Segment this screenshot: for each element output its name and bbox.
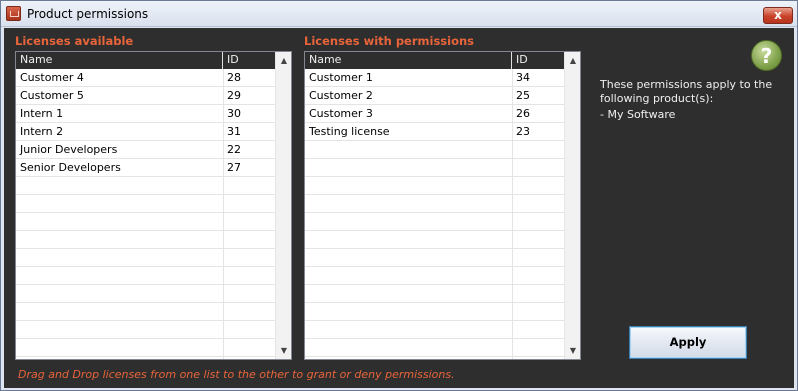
license-id-cell: 22 [227,143,241,156]
empty-row [16,339,275,357]
drag-drop-hint: Drag and Drop licenses from one list to … [18,368,455,381]
product-permissions-window: Product permissions x Licenses available… [0,0,798,391]
info-line-3: - My Software [600,108,676,121]
empty-row [305,267,564,285]
license-id-cell: 25 [516,89,530,102]
table-row[interactable]: Customer 4 28 [16,69,275,87]
table-row[interactable]: Customer 5 29 [16,87,275,105]
license-name-cell: Intern 1 [20,107,64,120]
license-name-cell: Testing license [309,125,390,138]
empty-row [305,159,564,177]
licenses-available-label: Licenses available [15,34,134,48]
column-header-name[interactable]: Name [305,52,512,69]
help-icon[interactable]: ? [751,40,782,71]
empty-row [16,249,275,267]
empty-row [16,213,275,231]
info-line-1: These permissions apply to the [600,78,773,91]
scroll-up-icon[interactable]: ▲ [276,52,291,69]
list-header: Name ID [305,52,564,69]
apply-button[interactable]: Apply [629,326,747,359]
license-name-cell: Customer 3 [309,107,373,120]
empty-row [305,249,564,267]
empty-row [16,303,275,321]
table-row[interactable]: Intern 1 30 [16,105,275,123]
close-button[interactable]: x [763,7,793,24]
license-name-cell: Junior Developers [20,143,118,156]
list-header: Name ID [16,52,275,69]
empty-row [305,303,564,321]
empty-row [16,321,275,339]
licenses-with-permissions-label: Licenses with permissions [304,34,475,48]
license-id-cell: 31 [227,125,241,138]
table-row[interactable]: Testing license 23 [305,123,564,141]
table-row[interactable]: Intern 2 31 [16,123,275,141]
license-id-cell: 30 [227,107,241,120]
license-name-cell: Customer 2 [309,89,373,102]
empty-row [16,177,275,195]
empty-row [16,195,275,213]
table-row[interactable]: Customer 2 25 [305,87,564,105]
vertical-scrollbar[interactable]: ▲ ▼ [564,52,580,359]
license-name-cell: Intern 2 [20,125,64,138]
table-row[interactable]: Senior Developers 27 [16,159,275,177]
license-name-cell: Senior Developers [20,161,121,174]
table-row[interactable]: Customer 1 34 [305,69,564,87]
app-icon [6,6,21,21]
license-id-cell: 28 [227,71,241,84]
license-name-cell: Customer 4 [20,71,84,84]
empty-row [305,231,564,249]
license-id-cell: 23 [516,125,530,138]
license-name-cell: Customer 1 [309,71,373,84]
scroll-down-icon[interactable]: ▼ [276,342,291,359]
client-area: Licenses available Name ID Customer 4 28 C… [4,28,794,388]
empty-row [16,285,275,303]
column-header-id[interactable]: ID [512,52,564,69]
empty-row [305,177,564,195]
empty-row [16,231,275,249]
license-id-cell: 26 [516,107,530,120]
vertical-scrollbar[interactable]: ▲ ▼ [275,52,291,359]
scroll-down-icon[interactable]: ▼ [565,342,580,359]
scroll-up-icon[interactable]: ▲ [565,52,580,69]
license-name-cell: Customer 5 [20,89,84,102]
license-id-cell: 29 [227,89,241,102]
table-row[interactable]: Junior Developers 22 [16,141,275,159]
info-line-2: following product(s): [600,92,714,105]
window-title: Product permissions [27,7,149,21]
table-row[interactable]: Customer 3 26 [305,105,564,123]
licenses-with-permissions-list[interactable]: Name ID Customer 1 34 Customer 2 25 Customer… [304,51,581,360]
empty-row [305,213,564,231]
empty-row [305,285,564,303]
column-header-name[interactable]: Name [16,52,223,69]
empty-row [305,195,564,213]
license-id-cell: 34 [516,71,530,84]
column-header-id[interactable]: ID [223,52,275,69]
empty-row [16,267,275,285]
empty-row [305,321,564,339]
title-bar[interactable]: Product permissions x [1,1,797,27]
empty-row [305,141,564,159]
licenses-available-list[interactable]: Name ID Customer 4 28 Customer 5 29 Intern 1… [15,51,292,360]
empty-row [305,339,564,357]
license-id-cell: 27 [227,161,241,174]
